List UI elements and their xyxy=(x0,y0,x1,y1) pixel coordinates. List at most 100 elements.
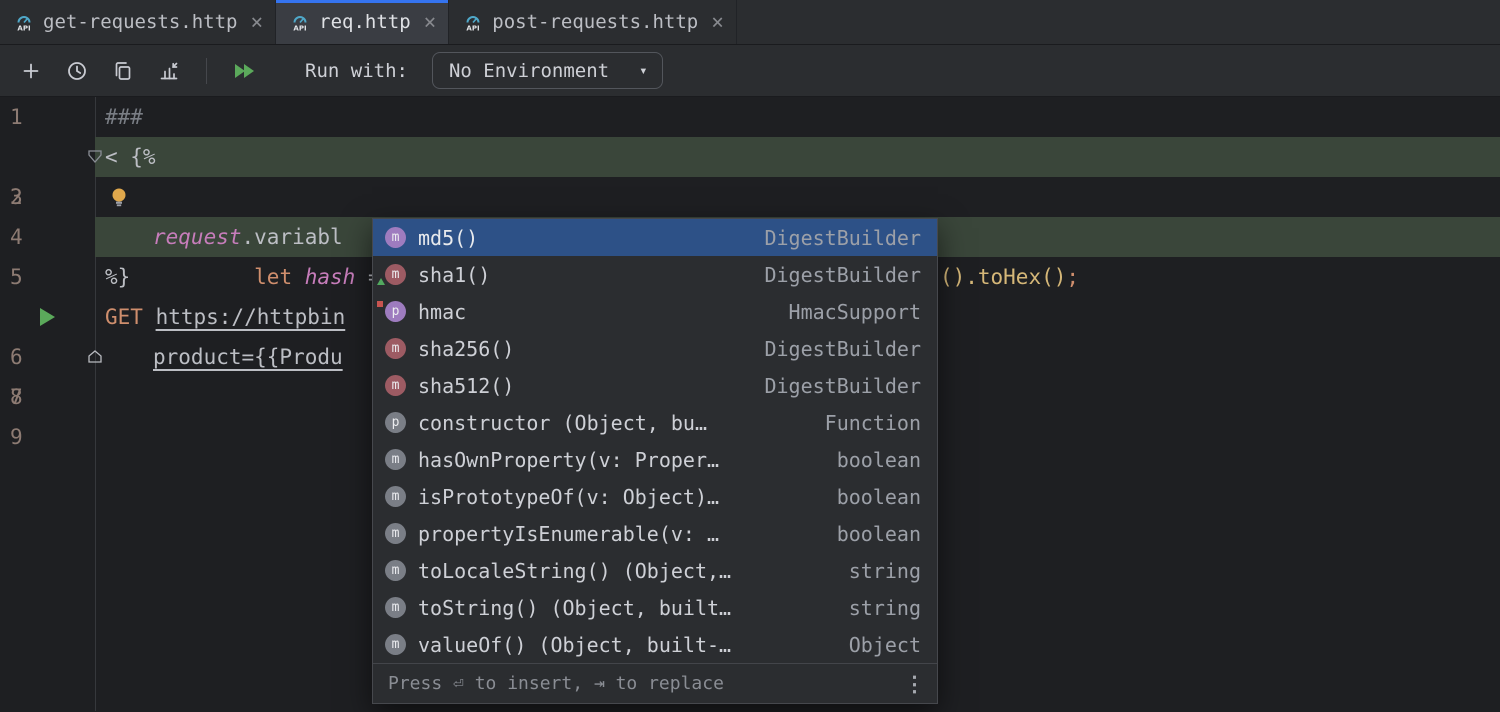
close-tab-icon[interactable]: × xyxy=(250,12,263,33)
code-line[interactable]: < {% xyxy=(95,137,1500,177)
completion-type: DigestBuilder xyxy=(752,263,921,287)
property-icon: p xyxy=(385,301,406,322)
tab-label: req.http xyxy=(319,11,411,33)
line-number: 8 xyxy=(10,377,23,417)
completion-type: DigestBuilder xyxy=(752,226,921,250)
editor-pane: 1 ### 2 < {% 3 let hash = crypto.md5().u… xyxy=(0,97,1500,711)
completion-label: propertyIsEnumerable(v: … xyxy=(418,522,719,546)
completion-type: Object xyxy=(837,633,921,657)
completion-type: string xyxy=(837,559,921,583)
completion-label: md5() xyxy=(418,226,478,250)
editor-line-2: 2 < {% xyxy=(0,137,1500,177)
code-line[interactable]: let hash = crypto.md5().updateWithHex("G… xyxy=(95,177,1500,217)
completion-label: toString() (Object, built… xyxy=(418,596,731,620)
completion-label: constructor (Object, bu… xyxy=(418,411,707,435)
completion-item-valueof[interactable]: m valueOf() (Object, built-… Object xyxy=(373,626,937,663)
completion-item-propertyisenumerable[interactable]: m propertyIsEnumerable(v: … boolean xyxy=(373,515,937,552)
completion-item-constructor[interactable]: p constructor (Object, bu… Function xyxy=(373,404,937,441)
fold-start-marker[interactable] xyxy=(88,150,102,163)
run-all-icon xyxy=(231,59,258,83)
chart-report-icon xyxy=(157,59,181,83)
tab-label: post-requests.http xyxy=(492,11,698,33)
completion-label: sha512() xyxy=(418,374,514,398)
completion-type: Function xyxy=(813,411,921,435)
completion-item-md5[interactable]: m md5() DigestBuilder xyxy=(373,219,937,256)
report-button[interactable] xyxy=(150,52,188,90)
footer-hint: Press ⏎ to insert, ⇥ to replace xyxy=(388,673,724,694)
run-with-label: Run with: xyxy=(305,60,408,82)
environment-value: No Environment xyxy=(449,60,609,82)
completion-item-isprototypeof[interactable]: m isPrototypeOf(v: Object)… boolean xyxy=(373,478,937,515)
http-file-icon: API xyxy=(290,12,310,32)
http-client-toolbar: Run with: No Environment ▾ xyxy=(0,45,1500,97)
line-number: 9 xyxy=(10,417,23,457)
method-icon: m xyxy=(385,634,406,655)
more-options-icon[interactable]: ⋮ xyxy=(904,672,925,696)
history-button[interactable] xyxy=(58,52,96,90)
svg-text:API: API xyxy=(17,25,30,33)
svg-text:API: API xyxy=(467,25,480,33)
clock-icon xyxy=(65,59,89,83)
property-icon: p xyxy=(385,412,406,433)
line-number: 3 xyxy=(10,177,23,217)
completion-label: toLocaleString() (Object,… xyxy=(418,559,731,583)
completion-label: valueOf() (Object, built-… xyxy=(418,633,731,657)
method-icon: m xyxy=(385,523,406,544)
inherited-arrow-icon xyxy=(377,278,385,285)
line-number: 5 xyxy=(10,257,23,297)
intention-bulb-icon[interactable] xyxy=(109,186,129,208)
completion-item-hasownproperty[interactable]: m hasOwnProperty(v: Proper… boolean xyxy=(373,441,937,478)
chevron-down-icon: ▾ xyxy=(639,63,647,79)
environment-selector[interactable]: No Environment ▾ xyxy=(432,52,663,89)
completion-label: hmac xyxy=(418,300,466,324)
method-icon: m xyxy=(385,449,406,470)
line-number: 1 xyxy=(10,97,23,137)
completion-item-hmac[interactable]: p hmac HmacSupport xyxy=(373,293,937,330)
http-file-icon: API xyxy=(463,12,483,32)
close-tab-icon[interactable]: × xyxy=(424,12,437,33)
svg-text:API: API xyxy=(294,25,307,33)
plus-icon xyxy=(19,59,43,83)
editor-line-1: 1 ### xyxy=(0,97,1500,137)
completion-item-sha512[interactable]: m sha512() DigestBuilder xyxy=(373,367,937,404)
tab-post-requests-http[interactable]: API post-requests.http × xyxy=(449,0,737,44)
completion-type: DigestBuilder xyxy=(752,337,921,361)
modifier-dot-icon xyxy=(377,301,383,307)
code-line[interactable]: ### xyxy=(95,97,1500,137)
completion-type: boolean xyxy=(825,448,921,472)
tab-get-requests-http[interactable]: API get-requests.http × xyxy=(0,0,276,44)
method-icon: m xyxy=(385,264,406,285)
line-number: 4 xyxy=(10,217,23,257)
run-request-icon[interactable] xyxy=(40,308,55,326)
tab-label: get-requests.http xyxy=(43,11,237,33)
completion-label: sha256() xyxy=(418,337,514,361)
completion-type: DigestBuilder xyxy=(752,374,921,398)
run-all-button[interactable] xyxy=(225,52,263,90)
method-icon: m xyxy=(385,486,406,507)
editor-line-3: 3 let hash = crypto.md5().updateWithHex(… xyxy=(0,177,1500,217)
completion-label: isPrototypeOf(v: Object)… xyxy=(418,485,719,509)
add-request-button[interactable] xyxy=(12,52,50,90)
completion-type: HmacSupport xyxy=(777,300,921,324)
ide-window: API get-requests.http × API req.http × A… xyxy=(0,0,1500,712)
completion-item-sha1[interactable]: m sha1() DigestBuilder xyxy=(373,256,937,293)
editor-tab-bar: API get-requests.http × API req.http × A… xyxy=(0,0,1500,45)
method-icon: m xyxy=(385,560,406,581)
completion-label: sha1() xyxy=(418,263,490,287)
completion-footer: Press ⏎ to insert, ⇥ to replace ⋮ xyxy=(373,663,937,703)
completion-label: hasOwnProperty(v: Proper… xyxy=(418,448,719,472)
method-icon: m xyxy=(385,375,406,396)
completion-type: boolean xyxy=(825,485,921,509)
copy-button[interactable] xyxy=(104,52,142,90)
completion-popup: m md5() DigestBuilder m sha1() DigestBui… xyxy=(372,218,938,704)
http-file-icon: API xyxy=(14,12,34,32)
completion-item-tostring[interactable]: m toString() (Object, built… string xyxy=(373,589,937,626)
completion-item-tolocalestring[interactable]: m toLocaleString() (Object,… string xyxy=(373,552,937,589)
completion-item-sha256[interactable]: m sha256() DigestBuilder xyxy=(373,330,937,367)
close-tab-icon[interactable]: × xyxy=(711,12,724,33)
method-icon: m xyxy=(385,338,406,359)
tab-req-http[interactable]: API req.http × xyxy=(276,0,449,44)
fold-end-marker[interactable] xyxy=(88,350,102,363)
method-icon: m xyxy=(385,597,406,618)
method-icon: m xyxy=(385,227,406,248)
